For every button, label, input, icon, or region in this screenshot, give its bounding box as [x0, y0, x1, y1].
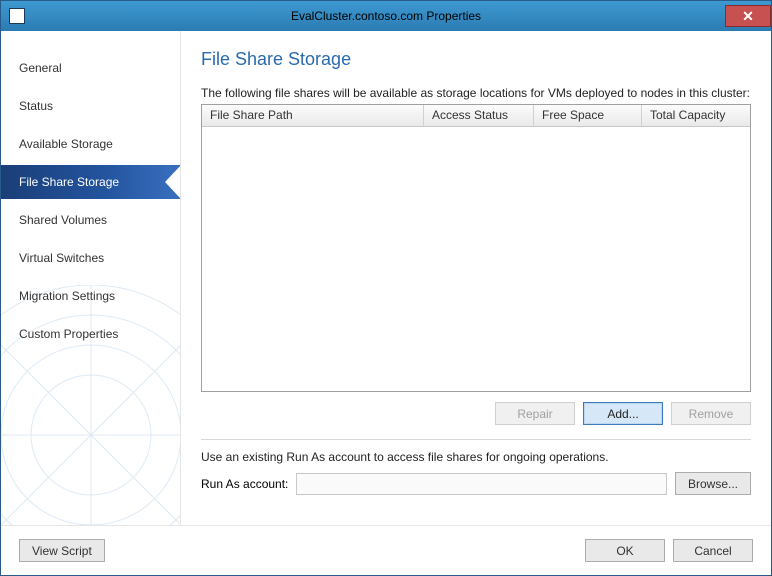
sidebar-item-shared-volumes[interactable]: Shared Volumes	[1, 203, 180, 237]
runas-intro: Use an existing Run As account to access…	[201, 450, 751, 464]
table-button-row: Repair Add... Remove	[201, 402, 751, 425]
sidebar-item-label: Virtual Switches	[19, 251, 104, 265]
col-free-space[interactable]: Free Space	[534, 105, 642, 126]
footer: View Script OK Cancel	[1, 525, 771, 575]
sidebar-item-label: File Share Storage	[19, 175, 119, 189]
properties-window: EvalCluster.contoso.com Properties ✕ Gen…	[0, 0, 772, 576]
browse-button[interactable]: Browse...	[675, 472, 751, 495]
sidebar-item-label: Shared Volumes	[19, 213, 107, 227]
sidebar-item-general[interactable]: General	[1, 51, 180, 85]
runas-row: Run As account: Browse...	[201, 472, 751, 495]
intro-text: The following file shares will be availa…	[201, 86, 751, 100]
remove-button: Remove	[671, 402, 751, 425]
sidebar-item-migration-settings[interactable]: Migration Settings	[1, 279, 180, 313]
close-button[interactable]: ✕	[725, 5, 771, 27]
window-icon	[9, 8, 25, 24]
col-access-status[interactable]: Access Status	[424, 105, 534, 126]
main-panel: File Share Storage The following file sh…	[181, 31, 771, 525]
divider	[201, 439, 751, 440]
sidebar-item-label: Available Storage	[19, 137, 113, 151]
col-total-capacity[interactable]: Total Capacity	[642, 105, 750, 126]
sidebar-item-label: General	[19, 61, 62, 75]
close-icon: ✕	[742, 8, 754, 25]
sidebar-item-status[interactable]: Status	[1, 89, 180, 123]
repair-button: Repair	[495, 402, 575, 425]
window-body: General Status Available Storage File Sh…	[1, 31, 771, 525]
titlebar: EvalCluster.contoso.com Properties ✕	[1, 1, 771, 31]
runas-label: Run As account:	[201, 477, 288, 491]
add-button[interactable]: Add...	[583, 402, 663, 425]
ok-button[interactable]: OK	[585, 539, 665, 562]
sidebar-item-label: Status	[19, 99, 53, 113]
col-file-share-path[interactable]: File Share Path	[202, 105, 424, 126]
cancel-button[interactable]: Cancel	[673, 539, 753, 562]
sidebar: General Status Available Storage File Sh…	[1, 31, 181, 525]
table-header-row: File Share Path Access Status Free Space…	[202, 105, 750, 127]
window-title: EvalCluster.contoso.com Properties	[291, 9, 481, 23]
sidebar-item-label: Migration Settings	[19, 289, 115, 303]
sidebar-item-file-share-storage[interactable]: File Share Storage	[1, 165, 180, 199]
view-script-button[interactable]: View Script	[19, 539, 105, 562]
sidebar-item-virtual-switches[interactable]: Virtual Switches	[1, 241, 180, 275]
page-title: File Share Storage	[201, 49, 751, 70]
file-share-table[interactable]: File Share Path Access Status Free Space…	[201, 104, 751, 392]
sidebar-item-custom-properties[interactable]: Custom Properties	[1, 317, 180, 351]
sidebar-item-label: Custom Properties	[19, 327, 118, 341]
runas-account-field[interactable]	[296, 473, 667, 495]
sidebar-item-available-storage[interactable]: Available Storage	[1, 127, 180, 161]
